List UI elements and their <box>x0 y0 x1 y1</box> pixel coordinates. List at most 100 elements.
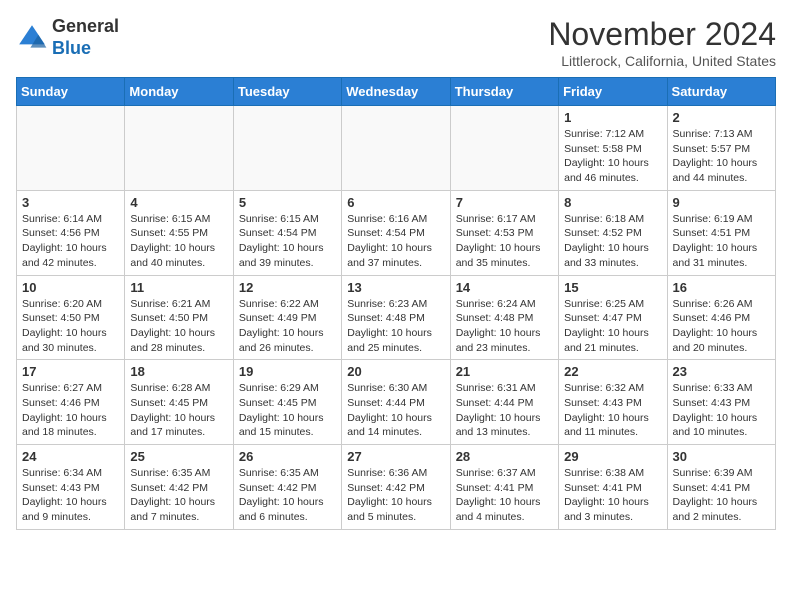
weekday-header-tuesday: Tuesday <box>233 78 341 106</box>
week-row-1: 1 Sunrise: 7:12 AM Sunset: 5:58 PM Daylig… <box>17 106 776 191</box>
day-number: 17 <box>22 364 119 379</box>
day-info: Sunrise: 6:18 AM Sunset: 4:52 PM Dayligh… <box>564 212 661 271</box>
day-info: Sunrise: 6:19 AM Sunset: 4:51 PM Dayligh… <box>673 212 770 271</box>
day-cell: 23 Sunrise: 6:33 AM Sunset: 4:43 PM Dayli… <box>667 360 775 445</box>
location: Littlerock, California, United States <box>548 53 776 69</box>
day-cell: 24Sunrise: 6:34 AM Sunset: 4:43 PM Dayli… <box>17 445 125 530</box>
weekday-header-row: SundayMondayTuesdayWednesdayThursdayFrid… <box>17 78 776 106</box>
day-info: Sunrise: 6:39 AM Sunset: 4:41 PM Dayligh… <box>673 466 770 525</box>
day-info: Sunrise: 6:38 AM Sunset: 4:41 PM Dayligh… <box>564 466 661 525</box>
logo-text: General Blue <box>52 16 119 59</box>
day-info: Sunrise: 6:26 AM Sunset: 4:46 PM Dayligh… <box>673 297 770 356</box>
logo: General Blue <box>16 16 119 59</box>
day-cell: 16 Sunrise: 6:26 AM Sunset: 4:46 PM Dayli… <box>667 275 775 360</box>
weekday-header-sunday: Sunday <box>17 78 125 106</box>
day-info: Sunrise: 6:27 AM Sunset: 4:46 PM Dayligh… <box>22 381 119 440</box>
day-cell: 21 Sunrise: 6:31 AM Sunset: 4:44 PM Dayli… <box>450 360 558 445</box>
day-info: Sunrise: 6:30 AM Sunset: 4:44 PM Dayligh… <box>347 381 444 440</box>
day-number: 3 <box>22 195 119 210</box>
day-number: 10 <box>22 280 119 295</box>
day-info: Sunrise: 6:35 AM Sunset: 4:42 PM Dayligh… <box>130 466 227 525</box>
day-info: Sunrise: 6:14 AM Sunset: 4:56 PM Dayligh… <box>22 212 119 271</box>
day-cell <box>125 106 233 191</box>
day-number: 30 <box>673 449 770 464</box>
day-cell: 18Sunrise: 6:28 AM Sunset: 4:45 PM Dayli… <box>125 360 233 445</box>
day-info: Sunrise: 6:24 AM Sunset: 4:48 PM Dayligh… <box>456 297 553 356</box>
weekday-header-saturday: Saturday <box>667 78 775 106</box>
weekday-header-monday: Monday <box>125 78 233 106</box>
day-info: Sunrise: 6:25 AM Sunset: 4:47 PM Dayligh… <box>564 297 661 356</box>
day-cell: 8 Sunrise: 6:18 AM Sunset: 4:52 PM Daylig… <box>559 190 667 275</box>
day-cell: 7Sunrise: 6:17 AM Sunset: 4:53 PM Daylig… <box>450 190 558 275</box>
day-cell: 9 Sunrise: 6:19 AM Sunset: 4:51 PM Daylig… <box>667 190 775 275</box>
day-number: 28 <box>456 449 553 464</box>
day-cell: 22 Sunrise: 6:32 AM Sunset: 4:43 PM Dayli… <box>559 360 667 445</box>
day-cell: 10 Sunrise: 6:20 AM Sunset: 4:50 PM Dayli… <box>17 275 125 360</box>
day-number: 24 <box>22 449 119 464</box>
day-cell: 5Sunrise: 6:15 AM Sunset: 4:54 PM Daylig… <box>233 190 341 275</box>
day-info: Sunrise: 6:31 AM Sunset: 4:44 PM Dayligh… <box>456 381 553 440</box>
day-number: 25 <box>130 449 227 464</box>
weekday-header-friday: Friday <box>559 78 667 106</box>
day-number: 20 <box>347 364 444 379</box>
day-cell: 20 Sunrise: 6:30 AM Sunset: 4:44 PM Dayli… <box>342 360 450 445</box>
day-number: 19 <box>239 364 336 379</box>
day-info: Sunrise: 6:33 AM Sunset: 4:43 PM Dayligh… <box>673 381 770 440</box>
day-cell: 1 Sunrise: 7:12 AM Sunset: 5:58 PM Daylig… <box>559 106 667 191</box>
day-info: Sunrise: 7:12 AM Sunset: 5:58 PM Dayligh… <box>564 127 661 186</box>
day-cell: 14 Sunrise: 6:24 AM Sunset: 4:48 PM Dayli… <box>450 275 558 360</box>
weekday-header-thursday: Thursday <box>450 78 558 106</box>
day-number: 26 <box>239 449 336 464</box>
day-number: 16 <box>673 280 770 295</box>
day-info: Sunrise: 6:16 AM Sunset: 4:54 PM Dayligh… <box>347 212 444 271</box>
week-row-5: 24Sunrise: 6:34 AM Sunset: 4:43 PM Dayli… <box>17 445 776 530</box>
month-title: November 2024 <box>548 16 776 53</box>
day-info: Sunrise: 6:21 AM Sunset: 4:50 PM Dayligh… <box>130 297 227 356</box>
week-row-4: 17 Sunrise: 6:27 AM Sunset: 4:46 PM Dayli… <box>17 360 776 445</box>
day-number: 12 <box>239 280 336 295</box>
day-number: 7 <box>456 195 553 210</box>
day-number: 8 <box>564 195 661 210</box>
day-cell <box>233 106 341 191</box>
day-cell: 26 Sunrise: 6:35 AM Sunset: 4:42 PM Dayli… <box>233 445 341 530</box>
day-info: Sunrise: 6:15 AM Sunset: 4:54 PM Dayligh… <box>239 212 336 271</box>
day-cell: 29Sunrise: 6:38 AM Sunset: 4:41 PM Dayli… <box>559 445 667 530</box>
day-info: Sunrise: 6:37 AM Sunset: 4:41 PM Dayligh… <box>456 466 553 525</box>
day-cell: 19 Sunrise: 6:29 AM Sunset: 4:45 PM Dayli… <box>233 360 341 445</box>
day-number: 15 <box>564 280 661 295</box>
day-info: Sunrise: 6:22 AM Sunset: 4:49 PM Dayligh… <box>239 297 336 356</box>
day-info: Sunrise: 6:23 AM Sunset: 4:48 PM Dayligh… <box>347 297 444 356</box>
day-cell: 28 Sunrise: 6:37 AM Sunset: 4:41 PM Dayli… <box>450 445 558 530</box>
day-number: 1 <box>564 110 661 125</box>
day-cell: 6 Sunrise: 6:16 AM Sunset: 4:54 PM Daylig… <box>342 190 450 275</box>
title-area: November 2024 Littlerock, California, Un… <box>548 16 776 69</box>
day-info: Sunrise: 6:29 AM Sunset: 4:45 PM Dayligh… <box>239 381 336 440</box>
day-info: Sunrise: 6:35 AM Sunset: 4:42 PM Dayligh… <box>239 466 336 525</box>
day-cell: 25 Sunrise: 6:35 AM Sunset: 4:42 PM Dayli… <box>125 445 233 530</box>
day-info: Sunrise: 6:15 AM Sunset: 4:55 PM Dayligh… <box>130 212 227 271</box>
day-cell: 3 Sunrise: 6:14 AM Sunset: 4:56 PM Daylig… <box>17 190 125 275</box>
logo-icon <box>16 22 48 54</box>
day-number: 23 <box>673 364 770 379</box>
day-number: 14 <box>456 280 553 295</box>
day-number: 13 <box>347 280 444 295</box>
weekday-header-wednesday: Wednesday <box>342 78 450 106</box>
day-number: 2 <box>673 110 770 125</box>
day-cell <box>17 106 125 191</box>
day-info: Sunrise: 6:32 AM Sunset: 4:43 PM Dayligh… <box>564 381 661 440</box>
day-cell <box>342 106 450 191</box>
day-number: 22 <box>564 364 661 379</box>
day-number: 9 <box>673 195 770 210</box>
day-cell: 2Sunrise: 7:13 AM Sunset: 5:57 PM Daylig… <box>667 106 775 191</box>
day-number: 27 <box>347 449 444 464</box>
page-header: General Blue November 2024 Littlerock, C… <box>16 16 776 69</box>
day-info: Sunrise: 6:20 AM Sunset: 4:50 PM Dayligh… <box>22 297 119 356</box>
day-cell: 13 Sunrise: 6:23 AM Sunset: 4:48 PM Dayli… <box>342 275 450 360</box>
day-number: 11 <box>130 280 227 295</box>
week-row-3: 10 Sunrise: 6:20 AM Sunset: 4:50 PM Dayli… <box>17 275 776 360</box>
day-number: 6 <box>347 195 444 210</box>
week-row-2: 3 Sunrise: 6:14 AM Sunset: 4:56 PM Daylig… <box>17 190 776 275</box>
day-info: Sunrise: 6:28 AM Sunset: 4:45 PM Dayligh… <box>130 381 227 440</box>
day-number: 4 <box>130 195 227 210</box>
day-number: 21 <box>456 364 553 379</box>
